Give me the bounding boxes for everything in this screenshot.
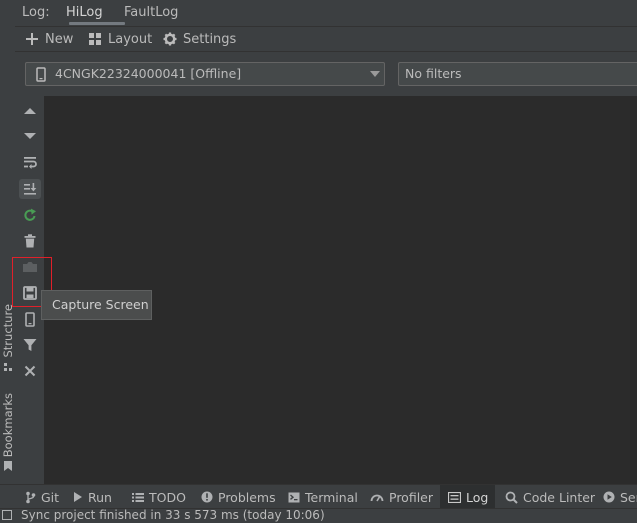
triangle-up-icon <box>24 108 36 114</box>
bookmarks-side-tab-label: Bookmarks <box>0 393 15 458</box>
git-branch-icon <box>26 491 36 503</box>
trash-icon <box>24 234 36 248</box>
bookmark-icon <box>3 461 12 472</box>
run-tool-tab-label: Run <box>88 489 112 505</box>
scroll-up-button[interactable] <box>22 103 38 119</box>
log-tab-row: Log: HiLog FaultLog <box>15 0 637 27</box>
triangle-down-icon <box>24 133 36 139</box>
layout-grid-icon <box>89 33 101 45</box>
code-linter-tool-tab[interactable]: Code Linter <box>505 485 595 509</box>
log-filter-dropdown[interactable]: No filters <box>398 62 637 86</box>
structure-icon <box>3 362 12 371</box>
services-play-icon <box>603 491 615 503</box>
device-dropdown-value: 4CNGK22324000041 [Offline] <box>55 66 242 81</box>
bookmarks-side-tab[interactable]: Bookmarks <box>0 393 15 472</box>
plus-icon <box>26 33 38 45</box>
log-list-icon <box>448 491 461 503</box>
close-icon <box>24 365 36 377</box>
funnel-icon <box>23 339 37 351</box>
problems-tool-tab[interactable]: Problems <box>201 485 276 509</box>
bottom-tool-window-bar: Git Run TODO Problems Terminal Profiler <box>0 484 637 509</box>
code-linter-tool-tab-label: Code Linter <box>523 489 596 505</box>
chevron-down-icon <box>370 71 380 77</box>
terminal-icon <box>288 492 300 502</box>
device-dropdown[interactable]: 4CNGK22324000041 [Offline] <box>25 62 385 86</box>
log-tabs-prefix: Log: <box>22 5 50 20</box>
scroll-to-end-button[interactable] <box>19 179 41 199</box>
services-tool-tab[interactable]: Ser <box>603 485 637 509</box>
filter-button[interactable] <box>22 337 38 353</box>
git-tool-tab-label: Git <box>41 489 60 505</box>
magnifier-icon <box>505 491 518 504</box>
profiler-tool-tab[interactable]: Profiler <box>370 485 433 509</box>
close-log-button[interactable] <box>22 363 38 379</box>
phone-icon <box>25 311 35 327</box>
todo-tool-tab[interactable]: TODO <box>132 485 186 509</box>
restart-button[interactable] <box>22 207 38 223</box>
terminal-tool-tab-label: Terminal <box>305 489 358 505</box>
git-tool-tab[interactable]: Git <box>25 485 59 509</box>
problems-tool-tab-label: Problems <box>218 489 276 505</box>
capture-screen-tooltip: Capture Screen <box>41 290 152 320</box>
settings-button[interactable]: Settings <box>163 27 236 51</box>
new-button[interactable]: New <box>25 27 73 51</box>
settings-button-label: Settings <box>183 31 237 47</box>
log-toolbar: New Layout Settings <box>15 27 637 52</box>
gauge-icon <box>370 494 384 502</box>
run-tool-tab[interactable]: Run <box>73 485 112 509</box>
tab-hilog-selected-indicator <box>69 22 125 25</box>
status-bar: Sync project finished in 33 s 573 ms (to… <box>0 508 637 523</box>
status-panel-toggle-icon[interactable] <box>2 510 12 520</box>
info-circle-icon <box>201 491 213 503</box>
new-button-label: New <box>45 31 74 47</box>
log-tool-tab-label: Log <box>466 489 489 505</box>
clear-log-button[interactable] <box>22 233 38 249</box>
gear-icon <box>163 32 177 46</box>
phone-icon <box>36 67 46 82</box>
profiler-tool-tab-label: Profiler <box>389 489 434 505</box>
restart-icon <box>24 208 36 221</box>
terminal-tool-tab[interactable]: Terminal <box>288 485 358 509</box>
log-filter-value: No filters <box>405 66 462 81</box>
layout-button-label: Layout <box>108 31 153 47</box>
log-tool-tab[interactable]: Log <box>440 485 495 509</box>
todo-tool-tab-label: TODO <box>149 489 186 505</box>
tab-faultlog[interactable]: FaultLog <box>124 0 178 26</box>
structure-side-tab[interactable]: Structure <box>0 304 15 372</box>
list-icon <box>132 492 144 502</box>
scroll-down-button[interactable] <box>22 128 38 144</box>
soft-wrap-button[interactable] <box>22 154 38 170</box>
services-tool-tab-label: Ser <box>620 489 637 505</box>
scroll-to-end-icon <box>24 183 37 195</box>
soft-wrap-icon <box>24 157 37 169</box>
structure-side-tab-label: Structure <box>0 304 15 358</box>
layout-button[interactable]: Layout <box>88 27 152 51</box>
status-message: Sync project finished in 33 s 573 ms (to… <box>21 508 325 522</box>
device-layout-button[interactable] <box>22 311 38 327</box>
play-icon <box>74 492 82 502</box>
